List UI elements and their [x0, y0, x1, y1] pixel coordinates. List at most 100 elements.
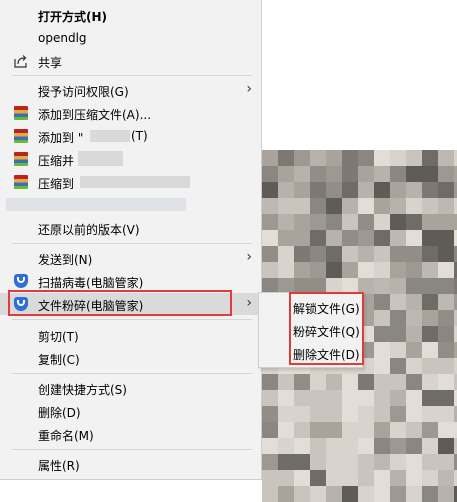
background-pixel: [278, 470, 294, 486]
background-pixel: [390, 454, 406, 470]
background-pixel: [374, 246, 390, 262]
background-pixel: [294, 374, 310, 390]
background-pixel: [438, 166, 454, 182]
background-pixel: [358, 182, 374, 198]
background-pixel: [438, 262, 454, 278]
background-pixel: [278, 390, 294, 406]
menu-item-opendlg[interactable]: opendlg: [0, 27, 262, 49]
background-pixel: [438, 246, 454, 262]
background-pixel: [358, 262, 374, 278]
background-pixel: [278, 246, 294, 262]
background-pixel: [262, 198, 278, 214]
background-pixel: [326, 182, 342, 198]
background-pixel: [262, 390, 278, 406]
background-pixel: [374, 166, 390, 182]
background-pixel: [390, 406, 406, 422]
background-pixel: [438, 454, 454, 470]
menu-item-compress-and[interactable]: 压缩并: [0, 148, 262, 170]
background-pixel: [278, 262, 294, 278]
menu-item-label: 压缩并: [38, 154, 75, 168]
menu-item-restore-previous[interactable]: 还原以前的版本(V): [0, 217, 262, 239]
menu-item-grant-access[interactable]: 授予访问权限(G) ›: [0, 79, 262, 101]
background-pixel: [294, 262, 310, 278]
menu-item-create-shortcut[interactable]: 创建快捷方式(S): [0, 377, 262, 399]
menu-item-delete[interactable]: 删除(D): [0, 400, 262, 422]
menu-item-redacted[interactable]: [0, 194, 262, 216]
background-pixel: [358, 486, 374, 502]
background-pixel: [310, 246, 326, 262]
background-pixel: [390, 486, 406, 502]
background-pixel: [390, 470, 406, 486]
menu-item-open-with[interactable]: 打开方式(H): [0, 4, 262, 26]
background-pixel: [390, 278, 406, 294]
background-pixel: [342, 390, 358, 406]
chevron-right-icon: ›: [246, 295, 252, 311]
background-pixel: [406, 390, 422, 406]
menu-item-label: 剪切(T): [38, 330, 79, 344]
background-pixel: [374, 214, 390, 230]
menu-item-share[interactable]: 共享: [0, 50, 262, 72]
background-pixel: [278, 422, 294, 438]
menu-item-label: 还原以前的版本(V): [38, 223, 140, 237]
background-pixel: [422, 310, 438, 326]
background-pixel: [438, 326, 454, 342]
background-pixel: [310, 166, 326, 182]
background-pixel: [406, 358, 422, 374]
background-pixel: [406, 166, 422, 182]
annotation-highlight-box: [8, 290, 232, 316]
background-pixel: [438, 230, 454, 246]
background-pixel: [294, 214, 310, 230]
background-pixel: [406, 454, 422, 470]
redacted-filename: [78, 151, 123, 166]
background-pixel: [438, 198, 454, 214]
background-pixel: [422, 246, 438, 262]
menu-item-properties[interactable]: 属性(R): [0, 453, 262, 475]
background-pixel: [262, 246, 278, 262]
menu-item-send-to[interactable]: 发送到(N) ›: [0, 247, 262, 269]
background-pixel: [358, 454, 374, 470]
background-pixel: [390, 166, 406, 182]
background-pixel: [342, 438, 358, 454]
background-pixel: [326, 454, 342, 470]
background-pixel: [326, 486, 342, 502]
background-pixel: [326, 374, 342, 390]
winrar-icon: [14, 152, 28, 166]
background-pixel: [310, 230, 326, 246]
menu-item-add-to-archive[interactable]: 添加到压缩文件(A)...: [0, 102, 262, 124]
background-pixel: [390, 374, 406, 390]
background-pixel: [342, 166, 358, 182]
background-pixel: [422, 422, 438, 438]
background-pixel: [262, 486, 278, 502]
background-pixel: [422, 470, 438, 486]
menu-item-compress-to[interactable]: 压缩到: [0, 171, 262, 193]
winrar-icon: [14, 129, 28, 143]
background-pixel: [358, 150, 374, 166]
background-pixel: [374, 374, 390, 390]
background-pixel: [406, 182, 422, 198]
background-pixel: [342, 422, 358, 438]
menu-item-rename[interactable]: 重命名(M): [0, 423, 262, 445]
menu-item-label: 压缩到: [38, 177, 75, 191]
background-pixel: [374, 150, 390, 166]
background-pixel: [374, 470, 390, 486]
background-pixel: [326, 166, 342, 182]
background-pixel: [358, 422, 374, 438]
background-pixel: [438, 310, 454, 326]
background-pixel: [438, 390, 454, 406]
background-pixel: [438, 358, 454, 374]
menu-item-add-to-named[interactable]: 添加到 " (T): [0, 125, 262, 147]
menu-item-copy[interactable]: 复制(C): [0, 347, 262, 369]
background-pixel: [438, 294, 454, 310]
background-pixel: [374, 486, 390, 502]
chevron-right-icon: ›: [246, 81, 252, 97]
winrar-icon: [14, 175, 28, 189]
background-pixel: [422, 262, 438, 278]
menu-item-scan-virus[interactable]: 扫描病毒(电脑管家): [0, 270, 262, 292]
background-pixel: [422, 454, 438, 470]
menu-item-label: 删除(D): [38, 406, 81, 420]
background-pixel: [374, 342, 390, 358]
background-pixel: [374, 294, 390, 310]
menu-item-label: 创建快捷方式(S): [38, 383, 127, 397]
menu-item-cut[interactable]: 剪切(T): [0, 324, 262, 346]
background-pixel: [326, 246, 342, 262]
